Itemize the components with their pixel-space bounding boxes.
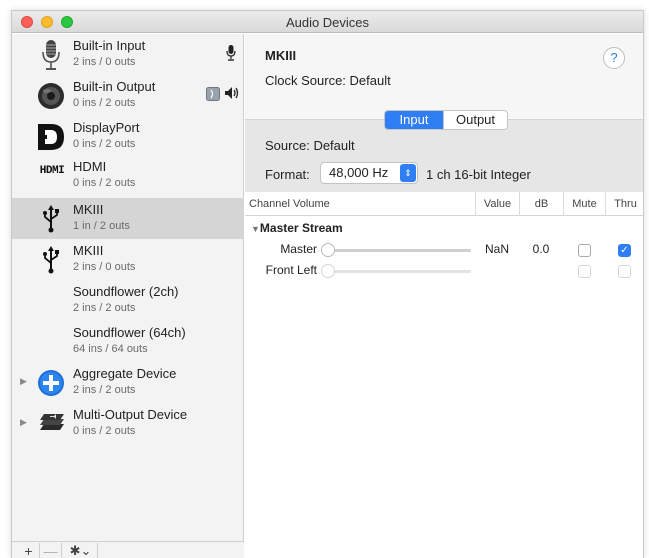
finder-speaker-indicator-icon	[206, 87, 220, 104]
device-item-mkiii-output[interactable]: MKIII 1 in / 2 outs	[12, 198, 244, 239]
device-channels: 2 ins / 0 outs	[73, 261, 136, 273]
clock-source: Clock Source: Default	[265, 73, 391, 88]
channel-table-header: Channel Volume Value dB Mute Thru	[245, 192, 643, 216]
disclosure-down-icon: ▼	[251, 224, 260, 234]
master-stream-label: ▼Master Stream	[251, 221, 343, 235]
device-item-built-in-output[interactable]: Built-in Output 0 ins / 2 outs	[12, 75, 244, 116]
source-line: Source: Default	[265, 138, 355, 153]
column-channel-volume[interactable]: Channel Volume	[249, 192, 330, 216]
window-title: Audio Devices	[285, 15, 370, 30]
disclosure-triangle-icon[interactable]: ▶	[20, 417, 27, 428]
device-name: Soundflower (2ch)	[73, 284, 179, 299]
source-value[interactable]: Default	[313, 138, 354, 153]
device-item-aggregate-device[interactable]: ▶ Aggregate Device 2 ins / 2 outs	[12, 362, 244, 403]
source-label: Source:	[265, 138, 310, 153]
title-bar: Audio Devices	[12, 11, 643, 33]
volume-slider-knob[interactable]	[321, 264, 335, 278]
hdmi-logo-icon: HDMI	[39, 165, 65, 177]
device-title: MKIII	[265, 48, 297, 63]
device-name: MKIII	[73, 243, 104, 258]
column-db[interactable]: dB	[519, 192, 563, 216]
clock-source-label: Clock Source:	[265, 73, 346, 88]
help-button[interactable]: ?	[603, 47, 625, 69]
column-mute[interactable]: Mute	[563, 192, 605, 216]
input-output-segmented-control: Input Output	[384, 110, 508, 130]
device-channels: 2 ins / 0 outs	[73, 56, 136, 68]
device-channels: 64 ins / 64 outs	[73, 343, 148, 355]
disclosure-triangle-icon[interactable]: ▶	[20, 376, 27, 387]
device-channels: 2 ins / 2 outs	[73, 302, 136, 314]
chevron-updown-icon: ⇕	[400, 164, 416, 182]
sidebar-toolbar: + — ✱⌄	[12, 541, 244, 558]
channel-name: Front Left	[265, 263, 317, 277]
thru-checkbox[interactable]	[618, 265, 631, 278]
tab-output[interactable]: Output	[443, 111, 507, 129]
column-value[interactable]: Value	[475, 192, 519, 216]
device-item-built-in-input[interactable]: Built-in Input 2 ins / 0 outs	[12, 34, 244, 75]
device-detail-pane: MKIII ? Clock Source: Default Input Outp…	[245, 34, 643, 558]
device-name: Built-in Input	[73, 38, 146, 53]
device-list-sidebar: Built-in Input 2 ins / 0 outs Built-in O…	[12, 34, 244, 558]
thru-checkbox[interactable]: ✓	[618, 244, 631, 257]
channel-name: Master	[280, 242, 317, 256]
device-channels: 2 ins / 2 outs	[73, 384, 136, 396]
device-item-mkiii-input[interactable]: MKIII 2 ins / 0 outs	[12, 239, 244, 280]
tab-input[interactable]: Input	[385, 111, 443, 129]
speaker-icon	[34, 79, 68, 113]
master-stream-group-row[interactable]: ▼Master Stream	[245, 218, 643, 239]
device-item-soundflower-2ch[interactable]: Soundflower (2ch) 2 ins / 2 outs	[12, 280, 244, 321]
microphone-indicator-icon	[226, 45, 236, 64]
device-item-hdmi[interactable]: HDMI HDMI 0 ins / 2 outs	[12, 157, 244, 198]
audio-devices-window: Audio Devices Built-in Input 2 ins / 0 o…	[11, 10, 644, 558]
displayport-icon	[34, 120, 68, 154]
device-name: HDMI	[73, 159, 107, 174]
device-name: Aggregate Device	[73, 366, 177, 381]
device-channels: 0 ins / 2 outs	[73, 425, 136, 437]
speaker-volume-icon	[224, 86, 240, 103]
format-description: 1 ch 16-bit Integer	[426, 167, 531, 182]
device-channels: 0 ins / 2 outs	[73, 177, 136, 189]
microphone-icon	[34, 38, 68, 72]
volume-slider-track[interactable]	[323, 270, 471, 273]
mute-checkbox[interactable]	[578, 244, 591, 257]
add-device-button[interactable]: +	[18, 543, 40, 558]
device-item-multi-output-device[interactable]: ▶ Multi-Output Device 0 ins / 2 outs	[12, 403, 244, 444]
channel-db: 0.0	[532, 242, 550, 256]
device-name: DisplayPort	[73, 120, 140, 135]
format-label: Format:	[265, 167, 310, 182]
mute-checkbox[interactable]	[578, 265, 591, 278]
aggregate-plus-icon	[34, 366, 68, 400]
column-thru[interactable]: Thru	[605, 192, 643, 216]
device-header: MKIII ? Clock Source: Default	[245, 34, 643, 119]
device-name: Built-in Output	[73, 79, 156, 94]
table-row: Front Left	[245, 260, 643, 281]
device-channels: 0 ins / 2 outs	[73, 97, 136, 109]
table-row: Master NaN 0.0 ✓	[245, 239, 643, 260]
device-name: Soundflower (64ch)	[73, 325, 186, 340]
gear-menu-button[interactable]: ✱⌄	[64, 543, 98, 558]
device-channels: 0 ins / 2 outs	[73, 138, 136, 150]
clock-source-value[interactable]: Default	[350, 73, 391, 88]
volume-slider-knob[interactable]	[321, 243, 335, 257]
device-item-soundflower-64ch[interactable]: Soundflower (64ch) 64 ins / 64 outs	[12, 321, 244, 362]
device-name: MKIII	[73, 202, 104, 217]
multi-output-stack-icon	[34, 407, 68, 441]
device-name: Multi-Output Device	[73, 407, 188, 422]
volume-slider-track[interactable]	[323, 249, 471, 252]
usb-icon	[34, 202, 68, 236]
device-item-displayport[interactable]: DisplayPort 0 ins / 2 outs	[12, 116, 244, 157]
usb-icon	[34, 243, 68, 277]
sample-rate-select[interactable]: 48,000 Hz ⇕	[320, 162, 418, 184]
sample-rate-value: 48,000 Hz	[329, 165, 389, 180]
remove-device-button[interactable]: —	[40, 543, 62, 558]
channel-value: NaN	[484, 242, 509, 256]
device-channels: 1 in / 2 outs	[73, 220, 130, 232]
